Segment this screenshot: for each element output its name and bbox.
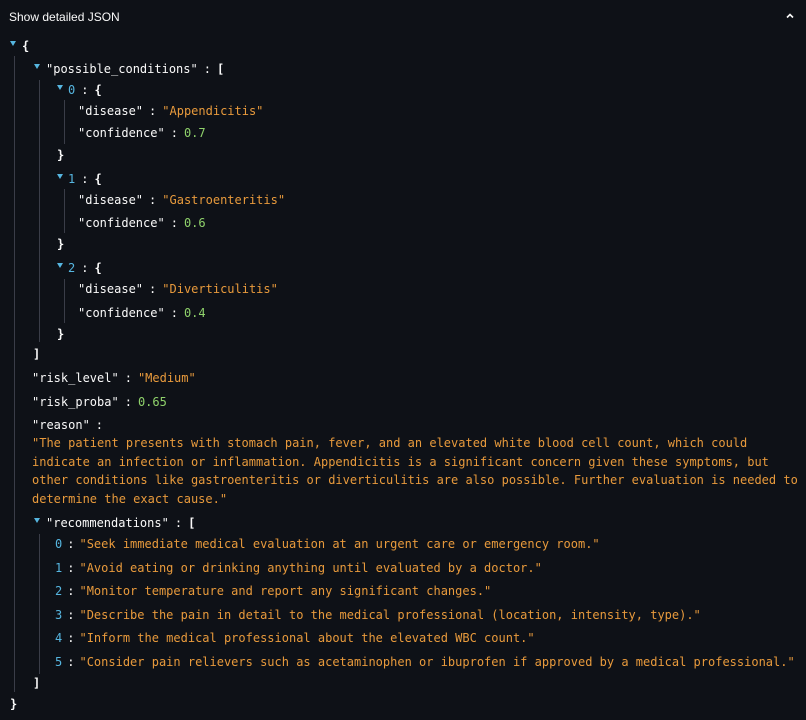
disease-key: "disease" (78, 193, 144, 207)
recommendation-0: 0: "Seek immediate medical evaluation at… (55, 537, 600, 551)
disease-value: "Gastroenteritis" (162, 193, 286, 207)
recommendation-text: "Avoid eating or drinking anything until… (79, 561, 542, 575)
risk-proba-row: "risk_proba": 0.65 (32, 395, 167, 409)
confidence-key: "confidence" (78, 216, 165, 230)
collapse-caret-icon[interactable] (34, 517, 40, 523)
guide-line-condition-0 (64, 100, 65, 144)
disease-value: "Diverticulitis" (162, 282, 278, 296)
recommendation-text: "Inform the medical professional about t… (79, 631, 535, 645)
guide-line-conditions (39, 80, 40, 342)
recommendations-node: "recommendations" :[ (34, 515, 195, 531)
guide-line-condition-1 (64, 189, 65, 233)
recommendations-close: ] (33, 676, 41, 690)
condition-index: 0 (68, 83, 76, 97)
confidence-value: 0.7 (183, 126, 206, 140)
disease-value: "Appendicitis" (162, 104, 264, 118)
possible-conditions-key: "possible_conditions" (46, 62, 198, 76)
disease-key: "disease" (78, 282, 144, 296)
possible-conditions-node: "possible_conditions" : [ (34, 61, 224, 77)
condition-2-disease: "disease": "Diverticulitis" (78, 282, 278, 296)
condition-1-disease: "disease": "Gastroenteritis" (78, 193, 286, 207)
condition-1-node: 1 :{ (57, 171, 102, 187)
recommendation-text: "Consider pain relievers such as acetami… (79, 655, 795, 669)
risk-proba-value: 0.65 (137, 395, 167, 409)
recommendation-index: 5 (55, 655, 63, 669)
confidence-value: 0.6 (183, 216, 206, 230)
reason-value: "The patient presents with stomach pain,… (32, 436, 798, 506)
recommendation-5: 5: "Consider pain relievers such as acet… (55, 655, 795, 669)
recommendation-index: 0 (55, 537, 63, 551)
recommendation-text: "Seek immediate medical evaluation at an… (79, 537, 600, 551)
guide-line-condition-2 (64, 279, 65, 323)
condition-0-confidence: "confidence": 0.7 (78, 126, 206, 140)
recommendation-4: 4: "Inform the medical professional abou… (55, 631, 535, 645)
expander-label: Show detailed JSON (9, 10, 120, 24)
collapse-caret-icon[interactable] (57, 262, 63, 268)
recommendation-index: 4 (55, 631, 63, 645)
condition-0-disease: "disease": "Appendicitis" (78, 104, 264, 118)
reason-key-row: "reason": (32, 418, 104, 432)
condition-2-close: } (57, 327, 65, 341)
risk-level-row: "risk_level": "Medium" (32, 371, 196, 385)
root-close-brace: } (10, 697, 18, 711)
condition-1-close: } (57, 237, 65, 251)
confidence-key: "confidence" (78, 126, 165, 140)
root-node: { (10, 38, 29, 54)
reason-key: "reason" (32, 418, 90, 432)
condition-2-confidence: "confidence": 0.4 (78, 306, 206, 320)
collapse-caret-icon[interactable] (34, 63, 40, 69)
expander-header[interactable]: Show detailed JSON (0, 0, 806, 34)
recommendation-3: 3: "Describe the pain in detail to the m… (55, 608, 701, 622)
disease-key: "disease" (78, 104, 144, 118)
collapse-caret-icon[interactable] (57, 84, 63, 90)
collapse-caret-icon[interactable] (57, 173, 63, 179)
recommendations-key: "recommendations" (46, 516, 169, 530)
chevron-up-icon[interactable] (784, 11, 796, 23)
condition-1-confidence: "confidence": 0.6 (78, 216, 206, 230)
condition-0-node: 0 :{ (57, 82, 102, 98)
recommendation-text: "Describe the pain in detail to the medi… (79, 608, 701, 622)
root-open-brace: { (22, 39, 30, 53)
recommendation-1: 1: "Avoid eating or drinking anything un… (55, 561, 542, 575)
risk-level-key: "risk_level" (32, 371, 119, 385)
condition-index: 2 (68, 261, 76, 275)
possible-conditions-close: ] (33, 347, 41, 361)
recommendation-index: 3 (55, 608, 63, 622)
collapse-caret-icon[interactable] (10, 40, 16, 46)
guide-line-recommendations (39, 534, 40, 674)
recommendation-index: 2 (55, 584, 63, 598)
recommendation-index: 1 (55, 561, 63, 575)
condition-0-close: } (57, 148, 65, 162)
condition-index: 1 (68, 172, 76, 186)
recommendation-text: "Monitor temperature and report any sign… (79, 584, 492, 598)
confidence-value: 0.4 (183, 306, 206, 320)
guide-line-root (14, 56, 15, 692)
risk-proba-key: "risk_proba" (32, 395, 119, 409)
recommendation-2: 2: "Monitor temperature and report any s… (55, 584, 492, 598)
condition-2-node: 2 :{ (57, 260, 102, 276)
confidence-key: "confidence" (78, 306, 165, 320)
risk-level-value: "Medium" (137, 371, 196, 385)
